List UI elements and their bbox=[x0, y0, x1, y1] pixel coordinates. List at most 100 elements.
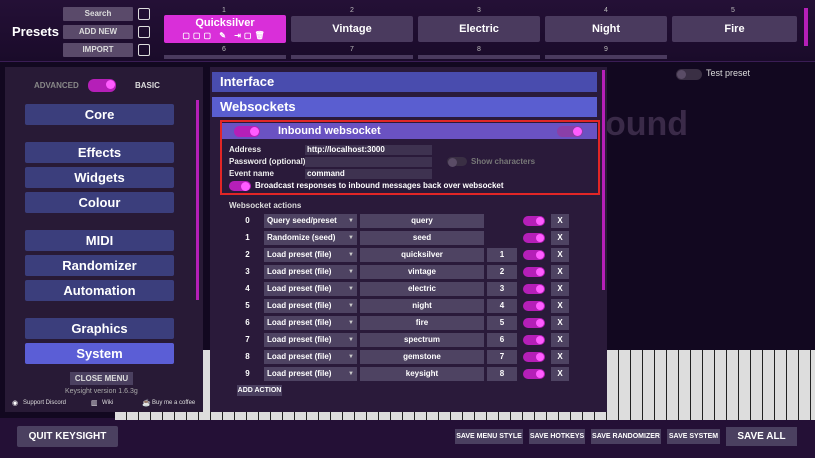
folder-icon[interactable] bbox=[138, 8, 150, 20]
action-value-field[interactable]: vintage bbox=[360, 265, 484, 279]
save-hotkeys-button[interactable]: SAVE HOTKEYS bbox=[529, 429, 585, 444]
action-value-field[interactable]: seed bbox=[360, 231, 484, 245]
preset-slot-5[interactable]: Fire bbox=[672, 16, 797, 42]
save-randomizer-button[interactable]: SAVE RANDOMIZER bbox=[591, 429, 661, 444]
action-slot-field[interactable]: 4 bbox=[487, 299, 517, 313]
delete-action-button[interactable]: X bbox=[551, 282, 569, 296]
action-enable-toggle[interactable] bbox=[523, 369, 545, 379]
action-type-select[interactable]: Load preset (file) bbox=[264, 350, 357, 364]
interface-section-header[interactable]: Interface bbox=[212, 72, 597, 92]
action-type-select[interactable]: Load preset (file) bbox=[264, 248, 357, 262]
password-field[interactable] bbox=[305, 157, 432, 167]
action-enable-toggle[interactable] bbox=[523, 352, 545, 362]
action-value-field[interactable]: query bbox=[360, 214, 484, 228]
sidebar-item-colour[interactable]: Colour bbox=[25, 192, 174, 213]
close-menu-button[interactable]: CLOSE MENU bbox=[70, 372, 133, 385]
websockets-section-header[interactable]: Websockets bbox=[212, 97, 597, 117]
main-scrollbar[interactable] bbox=[602, 70, 605, 290]
sidebar-item-effects[interactable]: Effects bbox=[25, 142, 174, 163]
sidebar-item-midi[interactable]: MIDI bbox=[25, 230, 174, 251]
preset-slot-4[interactable]: Night bbox=[545, 16, 667, 42]
action-type-select[interactable]: Query seed/preset bbox=[264, 214, 357, 228]
coffee-icon[interactable]: ☕ bbox=[142, 399, 151, 407]
action-slot-field[interactable]: 5 bbox=[487, 316, 517, 330]
action-enable-toggle[interactable] bbox=[523, 318, 545, 328]
action-value-field[interactable]: quicksilver bbox=[360, 248, 484, 262]
quit-keysight-button[interactable]: QUIT KEYSIGHT bbox=[17, 426, 118, 447]
save-icon[interactable] bbox=[138, 44, 150, 56]
action-enable-toggle[interactable] bbox=[523, 335, 545, 345]
preset-slot-3[interactable]: Electric bbox=[418, 16, 540, 42]
action-slot-field[interactable]: 6 bbox=[487, 333, 517, 347]
action-value-field[interactable]: gemstone bbox=[360, 350, 484, 364]
action-enable-toggle[interactable] bbox=[523, 250, 545, 260]
mode-toggle[interactable] bbox=[88, 79, 116, 92]
preset-slot-9[interactable] bbox=[545, 55, 667, 59]
delete-action-button[interactable]: X bbox=[551, 316, 569, 330]
delete-action-button[interactable]: X bbox=[551, 231, 569, 245]
delete-action-button[interactable]: X bbox=[551, 265, 569, 279]
action-index: 5 bbox=[245, 301, 250, 310]
action-type-select[interactable]: Load preset (file) bbox=[264, 265, 357, 279]
discord-icon[interactable]: ◉ bbox=[12, 399, 18, 407]
preset-slot-1[interactable]: Quicksilver ▢▢▢ ✎ ⇥▢🗑 bbox=[164, 15, 286, 43]
action-enable-toggle[interactable] bbox=[523, 216, 545, 226]
action-enable-toggle[interactable] bbox=[523, 233, 545, 243]
action-value-field[interactable]: night bbox=[360, 299, 484, 313]
sidebar-item-core[interactable]: Core bbox=[25, 104, 174, 125]
wiki-link[interactable]: Wiki bbox=[102, 400, 113, 406]
save-menu-style-button[interactable]: SAVE MENU STYLE bbox=[455, 429, 523, 444]
sidebar-scrollbar[interactable] bbox=[196, 100, 199, 300]
presets-scrollbar[interactable] bbox=[804, 8, 808, 46]
delete-action-button[interactable]: X bbox=[551, 248, 569, 262]
sidebar-item-randomizer[interactable]: Randomizer bbox=[25, 255, 174, 276]
event-name-field[interactable]: command bbox=[305, 169, 432, 179]
sidebar-item-system[interactable]: System bbox=[25, 343, 174, 364]
action-type-select[interactable]: Load preset (file) bbox=[264, 316, 357, 330]
test-preset-toggle[interactable] bbox=[676, 69, 702, 80]
add-action-button[interactable]: ADD ACTION bbox=[237, 385, 282, 396]
slot-tool-icons[interactable]: ▢▢▢ ✎ ⇥▢🗑 bbox=[164, 31, 286, 41]
action-enable-toggle[interactable] bbox=[523, 284, 545, 294]
address-field[interactable]: http://localhost:3000 bbox=[305, 145, 432, 155]
buy-coffee-link[interactable]: Buy me a coffee bbox=[152, 400, 195, 406]
sidebar-item-graphics[interactable]: Graphics bbox=[25, 318, 174, 339]
show-characters-toggle[interactable] bbox=[447, 157, 467, 167]
undo-icon[interactable] bbox=[138, 26, 150, 38]
action-value-field[interactable]: keysight bbox=[360, 367, 484, 381]
delete-action-button[interactable]: X bbox=[551, 350, 569, 364]
save-system-button[interactable]: SAVE SYSTEM bbox=[667, 429, 720, 444]
action-slot-field[interactable]: 3 bbox=[487, 282, 517, 296]
action-slot-field[interactable]: 2 bbox=[487, 265, 517, 279]
action-type-select[interactable]: Load preset (file) bbox=[264, 299, 357, 313]
preset-slot-7[interactable] bbox=[291, 55, 413, 59]
action-type-select[interactable]: Load preset (file) bbox=[264, 333, 357, 347]
book-icon[interactable]: ▥ bbox=[91, 399, 98, 407]
action-value-field[interactable]: fire bbox=[360, 316, 484, 330]
action-value-field[interactable]: electric bbox=[360, 282, 484, 296]
support-discord-link[interactable]: Support Discord bbox=[23, 400, 66, 406]
delete-action-button[interactable]: X bbox=[551, 214, 569, 228]
sidebar-item-automation[interactable]: Automation bbox=[25, 280, 174, 301]
action-slot-field[interactable]: 1 bbox=[487, 248, 517, 262]
preset-slot-8[interactable] bbox=[418, 55, 540, 59]
add-new-button[interactable]: ADD NEW bbox=[63, 25, 133, 39]
action-slot-field[interactable]: 8 bbox=[487, 367, 517, 381]
action-type-select[interactable]: Randomize (seed) bbox=[264, 231, 357, 245]
save-all-button[interactable]: SAVE ALL bbox=[726, 427, 797, 446]
sidebar-item-widgets[interactable]: Widgets bbox=[25, 167, 174, 188]
delete-action-button[interactable]: X bbox=[551, 299, 569, 313]
action-enable-toggle[interactable] bbox=[523, 301, 545, 311]
delete-action-button[interactable]: X bbox=[551, 333, 569, 347]
action-slot-field[interactable]: 7 bbox=[487, 350, 517, 364]
delete-action-button[interactable]: X bbox=[551, 367, 569, 381]
action-value-field[interactable]: spectrum bbox=[360, 333, 484, 347]
action-type-select[interactable]: Load preset (file) bbox=[264, 367, 357, 381]
search-input[interactable]: Search bbox=[63, 7, 133, 21]
action-type-select[interactable]: Load preset (file) bbox=[264, 282, 357, 296]
broadcast-toggle[interactable] bbox=[229, 181, 251, 191]
action-enable-toggle[interactable] bbox=[523, 267, 545, 277]
import-button[interactable]: IMPORT bbox=[63, 43, 133, 57]
preset-slot-2[interactable]: Vintage bbox=[291, 16, 413, 42]
preset-slot-6[interactable] bbox=[164, 55, 286, 59]
